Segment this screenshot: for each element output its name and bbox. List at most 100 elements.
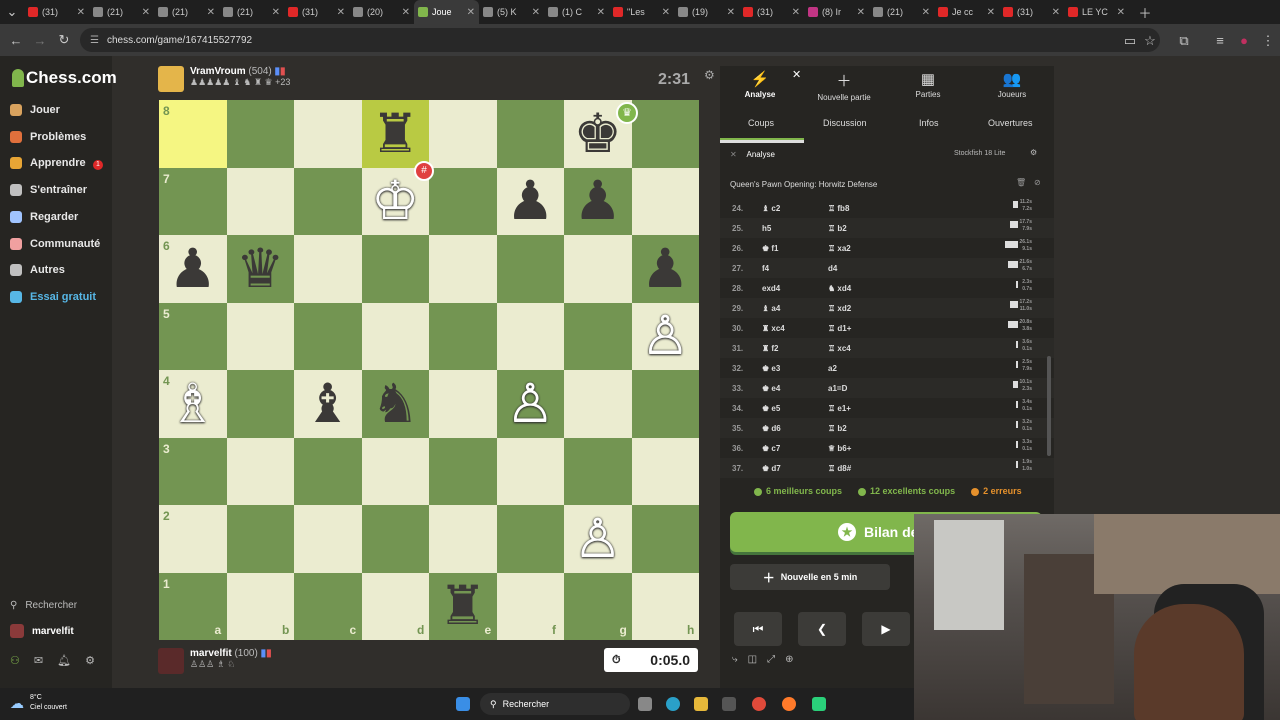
tab-close-icon[interactable]: ✕ — [1052, 7, 1060, 18]
sidebar-item-2[interactable]: Apprendre — [10, 153, 86, 173]
square-g5[interactable] — [564, 302, 632, 370]
square-c8[interactable] — [294, 100, 362, 168]
play-button[interactable]: ▶ — [862, 612, 910, 646]
browser-tab[interactable]: (21) ✕ — [869, 0, 934, 24]
white-move[interactable]: h5 — [762, 224, 771, 233]
piece-d8[interactable]: ♜ — [362, 100, 430, 168]
browser-tab[interactable]: (31) ✕ — [24, 0, 89, 24]
sidebar-search[interactable]: ⚲ Rechercher — [10, 600, 77, 611]
forward-arrow-icon[interactable]: → — [28, 33, 52, 48]
square-f3[interactable] — [496, 437, 564, 505]
tab-close-icon[interactable]: ✕ — [402, 7, 410, 18]
browser-tab[interactable]: Joue ✕ — [414, 0, 479, 24]
black-move[interactable]: ♖ xc4 — [828, 344, 851, 353]
task-view-icon[interactable] — [638, 697, 652, 711]
square-e4[interactable] — [429, 370, 497, 438]
taskbar-search[interactable]: ⚲ Rechercher — [480, 693, 630, 715]
black-move[interactable]: ♖ fb8 — [828, 204, 849, 213]
piece-e1[interactable]: ♜ — [429, 573, 497, 641]
square-f5[interactable] — [496, 302, 564, 370]
tab-list-chevron-icon[interactable]: ⌄ — [0, 4, 24, 20]
browser-tab[interactable]: (31) ✕ — [739, 0, 804, 24]
square-d3[interactable] — [361, 437, 429, 505]
square-f2[interactable] — [496, 505, 564, 573]
notifications-bell-icon[interactable]: 🔔︎ — [57, 654, 71, 667]
first-move-button[interactable]: ⏮ — [734, 612, 782, 646]
square-b2[interactable] — [226, 505, 294, 573]
move-list[interactable]: 24. ♝ c2 ♖ fb8 11.2s 7.2s 25. h5 ♖ b2 17.7s 7.9s 2… — [720, 198, 1054, 478]
browser-tab[interactable]: Je cc ✕ — [934, 0, 999, 24]
white-move[interactable]: ♚ e3 — [762, 364, 780, 373]
tab-close-icon[interactable]: ✕ — [337, 7, 345, 18]
square-b3[interactable] — [226, 437, 294, 505]
white-move[interactable]: ♝ a4 — [762, 304, 780, 313]
white-move[interactable]: ♚ e5 — [762, 404, 780, 413]
square-g4[interactable] — [564, 370, 632, 438]
delete-icon[interactable]: 🗑︎ — [1016, 178, 1026, 187]
camera-icon[interactable]: ◫ — [748, 654, 757, 665]
browser-tab[interactable]: (21) ✕ — [154, 0, 219, 24]
square-g6[interactable] — [564, 235, 632, 303]
expand-icon[interactable]: ⤢ — [767, 654, 775, 665]
bottom-player-name[interactable]: marvelfit — [190, 648, 232, 659]
sidebar-item-3[interactable]: S'entraîner — [10, 180, 87, 200]
panel-tab-3[interactable]: 👥 Joueurs — [972, 70, 1052, 99]
browser-tab[interactable]: (21) ✕ — [89, 0, 154, 24]
friends-icon[interactable]: ⚇ — [10, 654, 20, 667]
green-app-icon[interactable] — [812, 697, 826, 711]
sidebar-icon[interactable]: ≡ — [1208, 33, 1232, 48]
tab-close-icon[interactable]: ✕ — [1117, 7, 1125, 18]
white-move[interactable]: ♚ e4 — [762, 384, 780, 393]
subtab-1[interactable]: Discussion — [823, 118, 867, 128]
piece-f7[interactable]: ♟ — [497, 168, 565, 236]
white-move[interactable]: ♝ c2 — [762, 204, 780, 213]
square-e3[interactable] — [429, 437, 497, 505]
browser-tab[interactable]: "Les ✕ — [609, 0, 674, 24]
piece-f4[interactable]: ♙ — [497, 370, 565, 438]
board-settings-gear-icon[interactable]: ⚙ — [704, 68, 715, 82]
piece-g7[interactable]: ♟ — [564, 168, 632, 236]
square-h4[interactable] — [631, 370, 699, 438]
file-explorer-icon[interactable] — [694, 697, 708, 711]
black-move[interactable]: ♞ xd4 — [828, 284, 851, 293]
sidebar-item-5[interactable]: Communauté — [10, 234, 100, 254]
white-move[interactable]: exd4 — [762, 284, 780, 293]
browser-tab[interactable]: (8) Ir ✕ — [804, 0, 869, 24]
tab-close-icon[interactable]: ✕ — [922, 7, 930, 18]
square-b8[interactable] — [226, 100, 294, 168]
analysis-toggle-icon[interactable]: ✕ — [730, 150, 737, 159]
browser-tab[interactable]: (31) ✕ — [999, 0, 1064, 24]
tab-close-icon[interactable]: ✕ — [207, 7, 215, 18]
back-arrow-icon[interactable]: ← — [4, 33, 28, 48]
square-h3[interactable] — [631, 437, 699, 505]
piece-g2[interactable]: ♙ — [564, 505, 632, 573]
tab-close-icon[interactable]: ✕ — [987, 7, 995, 18]
browser-tab[interactable]: (5) K ✕ — [479, 0, 544, 24]
sidebar-item-7[interactable]: Essai gratuit — [10, 287, 96, 307]
bookmark-star-icon[interactable]: ☆ — [1138, 33, 1162, 49]
white-move[interactable]: ♚ f1 — [762, 244, 779, 253]
tab-close-icon[interactable]: ✕ — [857, 7, 865, 18]
store-icon[interactable] — [722, 697, 736, 711]
panel-tab-2[interactable]: ▦ Parties — [888, 70, 968, 99]
new-game-button[interactable]: ＋ Nouvelle en 5 min — [730, 564, 890, 590]
square-d2[interactable] — [361, 505, 429, 573]
white-move[interactable]: ♜ xc4 — [762, 324, 785, 333]
white-move[interactable]: f4 — [762, 264, 769, 273]
black-move[interactable]: ♕ b6+ — [828, 444, 851, 453]
white-move[interactable]: ♚ d6 — [762, 424, 781, 433]
sidebar-user[interactable]: marvelfit — [10, 624, 74, 638]
tab-close-icon[interactable]: ✕ — [662, 7, 670, 18]
browser-tab[interactable]: LE YC ✕ — [1064, 0, 1129, 24]
piece-b6[interactable]: ♛ — [227, 235, 295, 303]
chrome-icon[interactable] — [752, 697, 766, 711]
menu-dots-icon[interactable]: ⋮ — [1256, 33, 1280, 49]
extensions-icon[interactable]: ⧉ — [1172, 33, 1196, 49]
engine-settings-gear-icon[interactable]: ⚙ — [1030, 148, 1037, 157]
black-move[interactable]: ♖ b2 — [828, 224, 847, 233]
tab-close-icon[interactable]: ✕ — [727, 7, 735, 18]
profile-icon[interactable]: ● — [1232, 33, 1256, 48]
square-e8[interactable] — [429, 100, 497, 168]
square-c7[interactable] — [294, 167, 362, 235]
subtab-0[interactable]: Coups — [748, 118, 774, 128]
